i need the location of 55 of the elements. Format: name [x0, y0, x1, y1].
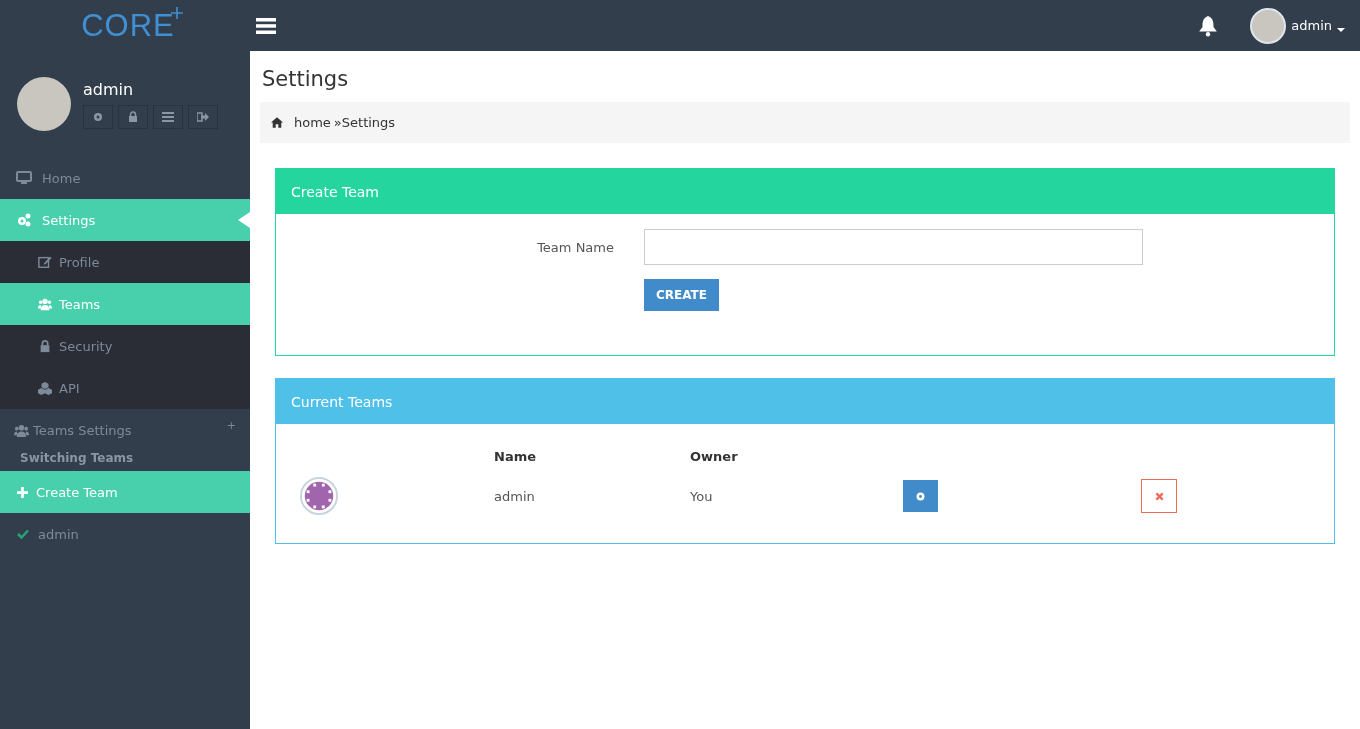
- plus-icon: [17, 486, 28, 498]
- nav-item[interactable]: Home: [0, 157, 250, 199]
- avatar: [17, 77, 71, 131]
- close-icon: [1154, 491, 1164, 501]
- sign-out-button[interactable]: [188, 104, 218, 129]
- column-header: Owner: [690, 449, 739, 464]
- lock-button[interactable]: [118, 104, 148, 129]
- table-cell-text: admin: [494, 487, 536, 506]
- breadcrumb-link[interactable]: home: [294, 115, 331, 130]
- team-item[interactable]: admin: [0, 513, 250, 555]
- field-label: Team Name: [536, 239, 614, 255]
- cubes-icon: [38, 381, 52, 395]
- settings-button[interactable]: [83, 104, 113, 129]
- user-menu[interactable]: admin: [1250, 7, 1345, 44]
- submenu-item[interactable]: Teams: [0, 283, 250, 325]
- avatar: [1250, 7, 1287, 44]
- lock-icon: [127, 110, 139, 123]
- sign-out-icon: [197, 110, 209, 123]
- submenu-item[interactable]: Profile: [0, 241, 250, 283]
- submenu-item[interactable]: Security: [0, 325, 250, 367]
- active-indicator: [238, 212, 250, 228]
- column-header: Name: [494, 449, 537, 464]
- monitor-icon: [16, 170, 32, 186]
- section-title: Teams Settings: [33, 422, 133, 438]
- table-cell-text: You: [690, 487, 714, 506]
- page-title: Settings: [262, 67, 350, 91]
- submenu-item[interactable]: API: [0, 367, 250, 409]
- edit-icon: [38, 255, 52, 269]
- settings-icon: [92, 110, 104, 123]
- logo-text: CORE: [81, 8, 175, 43]
- create-button[interactable]: CREATE: [644, 279, 719, 311]
- settings-icon: [915, 490, 926, 502]
- section-subtitle: Switching Teams: [19, 451, 135, 467]
- lock-icon: [38, 339, 52, 353]
- panel-header: Current Teams: [276, 379, 1334, 424]
- nav-item[interactable]: Settings: [0, 199, 250, 241]
- settings-button[interactable]: [903, 480, 938, 512]
- list-button[interactable]: [153, 104, 183, 129]
- team-logo-icon: [300, 477, 338, 515]
- delete-button[interactable]: [1141, 479, 1177, 513]
- panel-header: Create Team: [276, 169, 1334, 214]
- expand-toggle[interactable]: +: [226, 418, 236, 432]
- bell-icon: [1198, 14, 1219, 37]
- users-icon: [14, 422, 29, 438]
- user-name: admin: [1291, 18, 1332, 33]
- create-team-item[interactable]: Create Team: [0, 471, 250, 513]
- users-icon: [38, 297, 52, 311]
- breadcrumb-current: »Settings: [333, 115, 396, 130]
- menu-icon: [256, 17, 276, 34]
- input-field[interactable]: [644, 229, 1143, 265]
- caret-icon: [1337, 27, 1345, 32]
- gears-icon: [16, 212, 32, 228]
- home-icon: [271, 117, 283, 128]
- profile-name: admin: [83, 79, 135, 99]
- list-icon: [162, 110, 174, 123]
